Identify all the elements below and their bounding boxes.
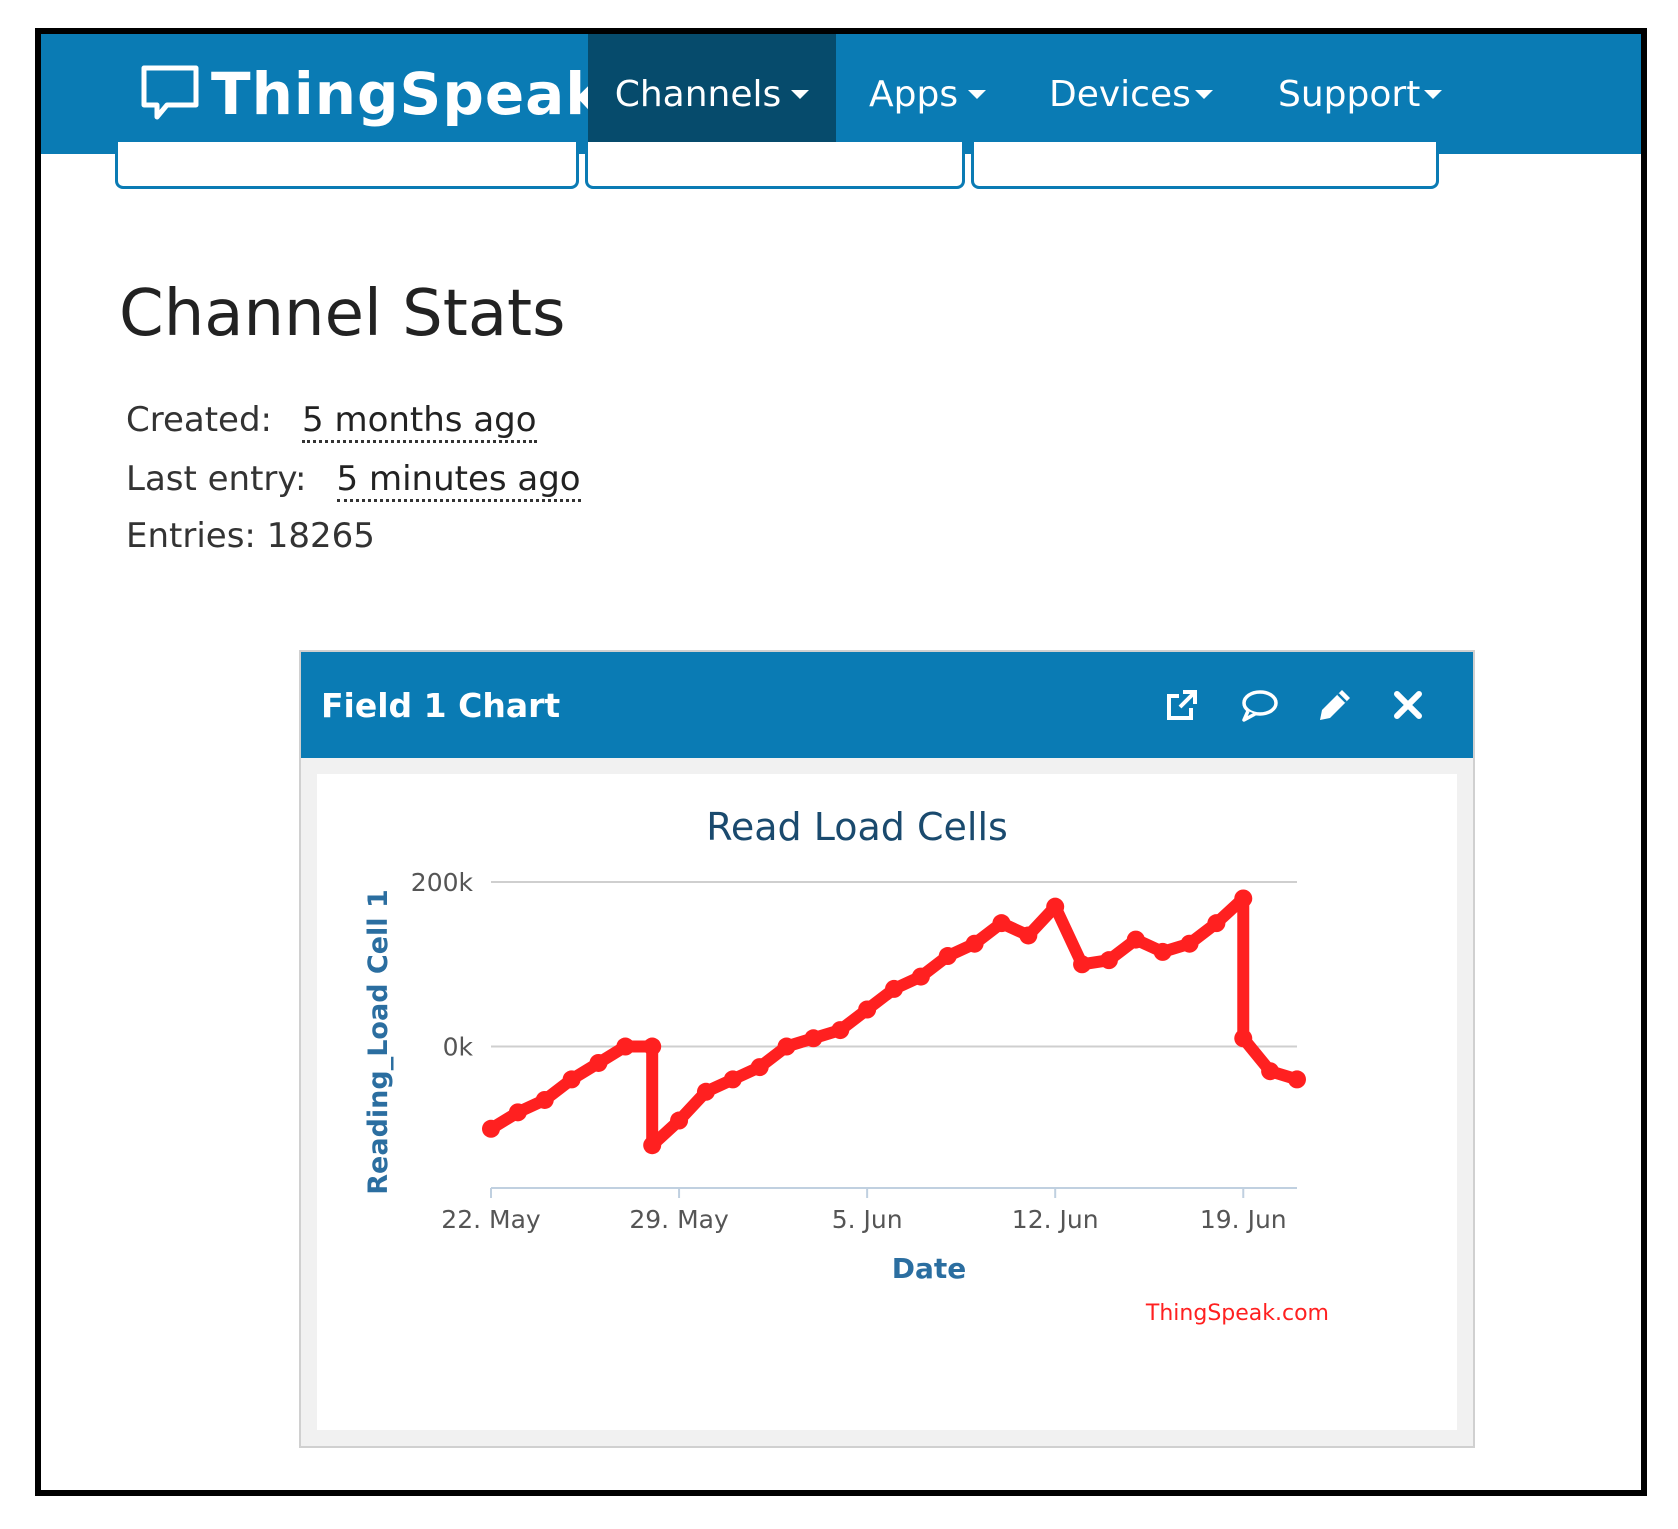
speech-bubble-icon	[141, 65, 199, 120]
chevron-down-icon	[968, 89, 987, 99]
channel-tab-1[interactable]	[115, 142, 579, 189]
y-tick-label: 0k	[443, 1033, 474, 1062]
nav-apps-label: Apps	[869, 73, 959, 115]
data-point	[1099, 951, 1118, 970]
stat-created: Created: 5 months ago	[126, 400, 537, 443]
nav-channels-label: Channels	[614, 73, 782, 115]
created-value: 5 months ago	[302, 400, 537, 443]
stat-last-entry: Last entry: 5 minutes ago	[126, 459, 581, 502]
field-chart-panel: Field 1 Chart Read Load Cells 200k 0k 22…	[299, 650, 1475, 1448]
data-point	[1261, 1062, 1280, 1081]
data-point	[482, 1119, 500, 1138]
nav-devices-label: Devices	[1049, 73, 1191, 115]
x-tick-label: 29. May	[629, 1205, 729, 1234]
chart-credits: ThingSpeak.com	[1145, 1301, 1329, 1326]
data-point	[831, 1021, 850, 1040]
chevron-down-icon	[1424, 89, 1443, 99]
nav-channels[interactable]: Channels	[588, 34, 836, 154]
last-entry-label: Last entry:	[126, 459, 307, 499]
y-axis-title: Reading_Load Cell 1	[363, 889, 394, 1194]
panel-header: Field 1 Chart	[301, 652, 1473, 758]
data-point	[1180, 934, 1199, 953]
data-point	[1126, 930, 1145, 949]
data-point	[1046, 897, 1065, 916]
data-point	[589, 1053, 608, 1072]
series-line	[485, 892, 1303, 1152]
x-tick-labels: 22. May 29. May 5. Jun 12. Jun 19. Jun	[441, 1188, 1287, 1234]
data-point	[643, 1037, 662, 1056]
brand-name: ThingSpeak	[211, 60, 605, 128]
data-point	[1019, 926, 1038, 945]
pencil-icon[interactable]	[1314, 684, 1356, 726]
chevron-down-icon	[791, 89, 810, 99]
x-tick-label: 22. May	[441, 1205, 541, 1234]
x-tick-label: 5. Jun	[832, 1205, 903, 1234]
data-point	[723, 1070, 742, 1089]
data-point	[508, 1103, 527, 1122]
y-tick-label: 200k	[411, 868, 474, 897]
data-point	[885, 979, 903, 998]
data-point	[992, 914, 1011, 933]
data-point	[1234, 889, 1253, 908]
series-load-cell-1	[482, 889, 1306, 1155]
data-point	[1073, 955, 1092, 974]
data-point	[938, 947, 957, 966]
created-label: Created:	[126, 400, 273, 440]
nav-support-label: Support	[1278, 73, 1421, 115]
x-tick-label: 12. Jun	[1012, 1205, 1099, 1234]
data-point	[535, 1090, 554, 1109]
nav-support[interactable]: Support	[1278, 34, 1443, 154]
chart-container: Read Load Cells 200k 0k 22. May 29. May 5. …	[317, 774, 1457, 1430]
comment-icon[interactable]	[1238, 684, 1280, 726]
entries-label: Entries:	[126, 516, 256, 556]
data-point	[643, 1136, 662, 1155]
line-chart[interactable]: Read Load Cells 200k 0k 22. May 29. May 5. …	[317, 774, 1457, 1430]
brand-logo[interactable]: ThingSpeakTM	[139, 54, 640, 134]
data-point	[1153, 942, 1172, 961]
data-point	[750, 1058, 769, 1077]
data-point	[911, 967, 930, 986]
panel-title: Field 1 Chart	[321, 685, 561, 725]
page-title: Channel Stats	[119, 277, 566, 351]
data-point	[777, 1037, 796, 1056]
grid-lines	[491, 881, 1297, 1189]
nav-devices[interactable]: Devices	[1049, 34, 1213, 154]
data-point	[1234, 1029, 1253, 1048]
chevron-down-icon	[1194, 89, 1213, 99]
last-entry-value: 5 minutes ago	[336, 459, 581, 502]
data-point	[858, 1000, 877, 1019]
data-point	[562, 1070, 581, 1089]
entries-value: 18265	[266, 516, 375, 556]
data-point	[1207, 914, 1226, 933]
data-point	[616, 1037, 635, 1056]
channel-tab-2[interactable]	[585, 142, 965, 189]
channel-tab-3[interactable]	[971, 142, 1439, 189]
y-tick-labels: 200k 0k	[411, 868, 474, 1062]
top-navbar: ThingSpeakTM Channels Apps Devices Suppo…	[41, 34, 1641, 154]
data-point	[696, 1082, 715, 1101]
x-axis-title: Date	[892, 1252, 967, 1285]
close-icon[interactable]	[1387, 684, 1429, 726]
data-point	[804, 1029, 823, 1048]
external-link-icon[interactable]	[1161, 684, 1203, 726]
app-window: ThingSpeakTM Channels Apps Devices Suppo…	[35, 28, 1647, 1496]
stat-entries: Entries: 18265	[126, 516, 375, 556]
chart-title: Read Load Cells	[706, 805, 1008, 849]
data-point	[670, 1111, 689, 1130]
nav-apps[interactable]: Apps	[869, 34, 987, 154]
x-tick-label: 19. Jun	[1200, 1205, 1287, 1234]
data-point	[1288, 1070, 1306, 1089]
data-point	[965, 934, 984, 953]
